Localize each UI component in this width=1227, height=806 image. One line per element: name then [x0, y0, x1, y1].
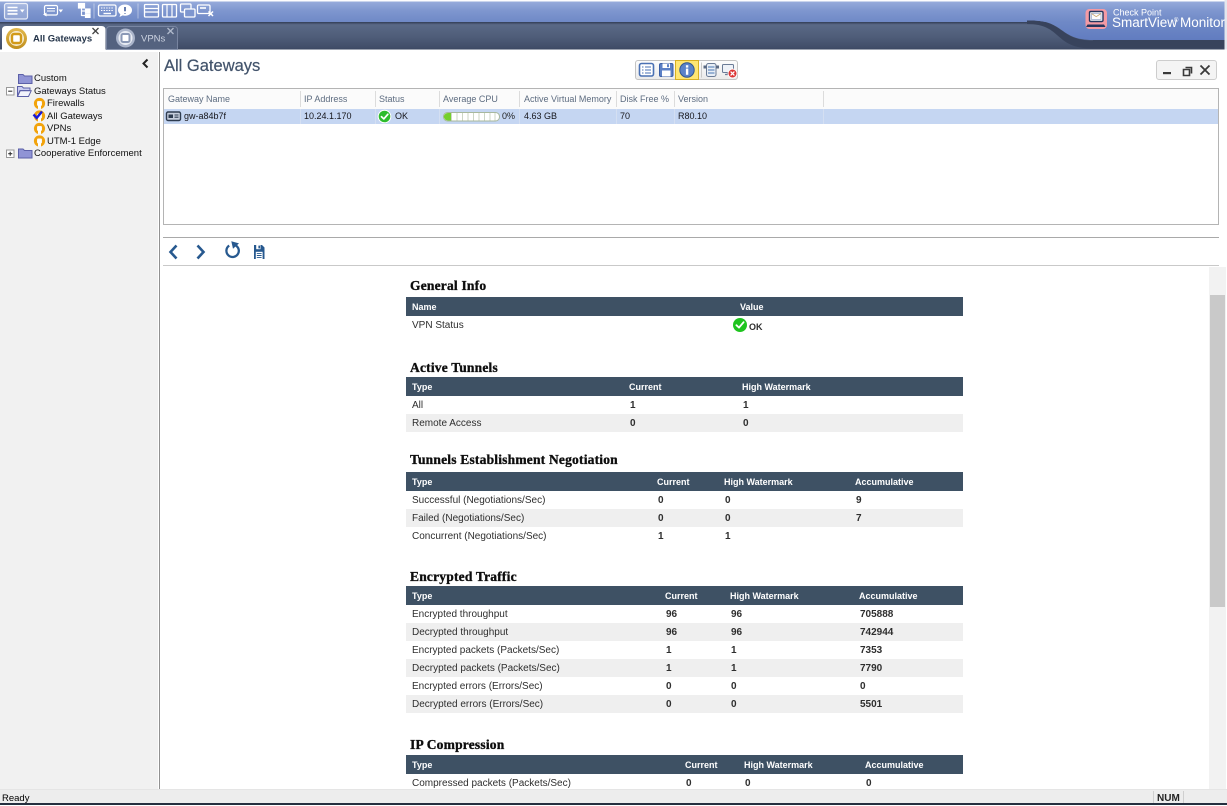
svg-text:Monitor: Monitor: [1180, 15, 1226, 30]
svg-text:SmartView: SmartView: [1112, 15, 1177, 30]
svg-text:All Gateways: All Gateways: [33, 34, 92, 45]
svg-text:®: ®: [1174, 17, 1179, 24]
svg-text:VPNs: VPNs: [141, 34, 166, 45]
